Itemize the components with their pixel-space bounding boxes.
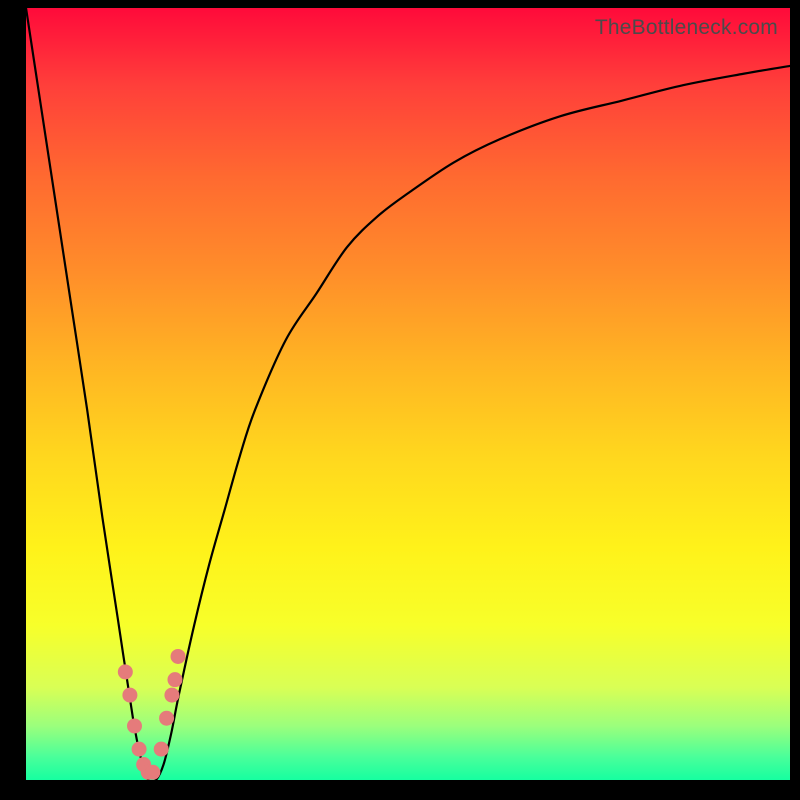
highlight-dot bbox=[145, 765, 160, 780]
highlight-dot bbox=[127, 718, 142, 733]
highlight-dot bbox=[118, 664, 133, 679]
curve-svg bbox=[26, 8, 790, 780]
highlight-dot bbox=[167, 672, 182, 687]
highlight-dot bbox=[159, 711, 174, 726]
highlight-dot bbox=[154, 742, 169, 757]
plot-area: TheBottleneck.com bbox=[26, 8, 790, 780]
highlight-dot bbox=[132, 742, 147, 757]
watermark-text: TheBottleneck.com bbox=[595, 16, 778, 40]
highlight-dot bbox=[122, 688, 137, 703]
chart-frame: TheBottleneck.com bbox=[0, 0, 800, 800]
highlight-dot bbox=[164, 688, 179, 703]
bottleneck-curve bbox=[26, 8, 790, 780]
highlight-dot bbox=[171, 649, 186, 664]
